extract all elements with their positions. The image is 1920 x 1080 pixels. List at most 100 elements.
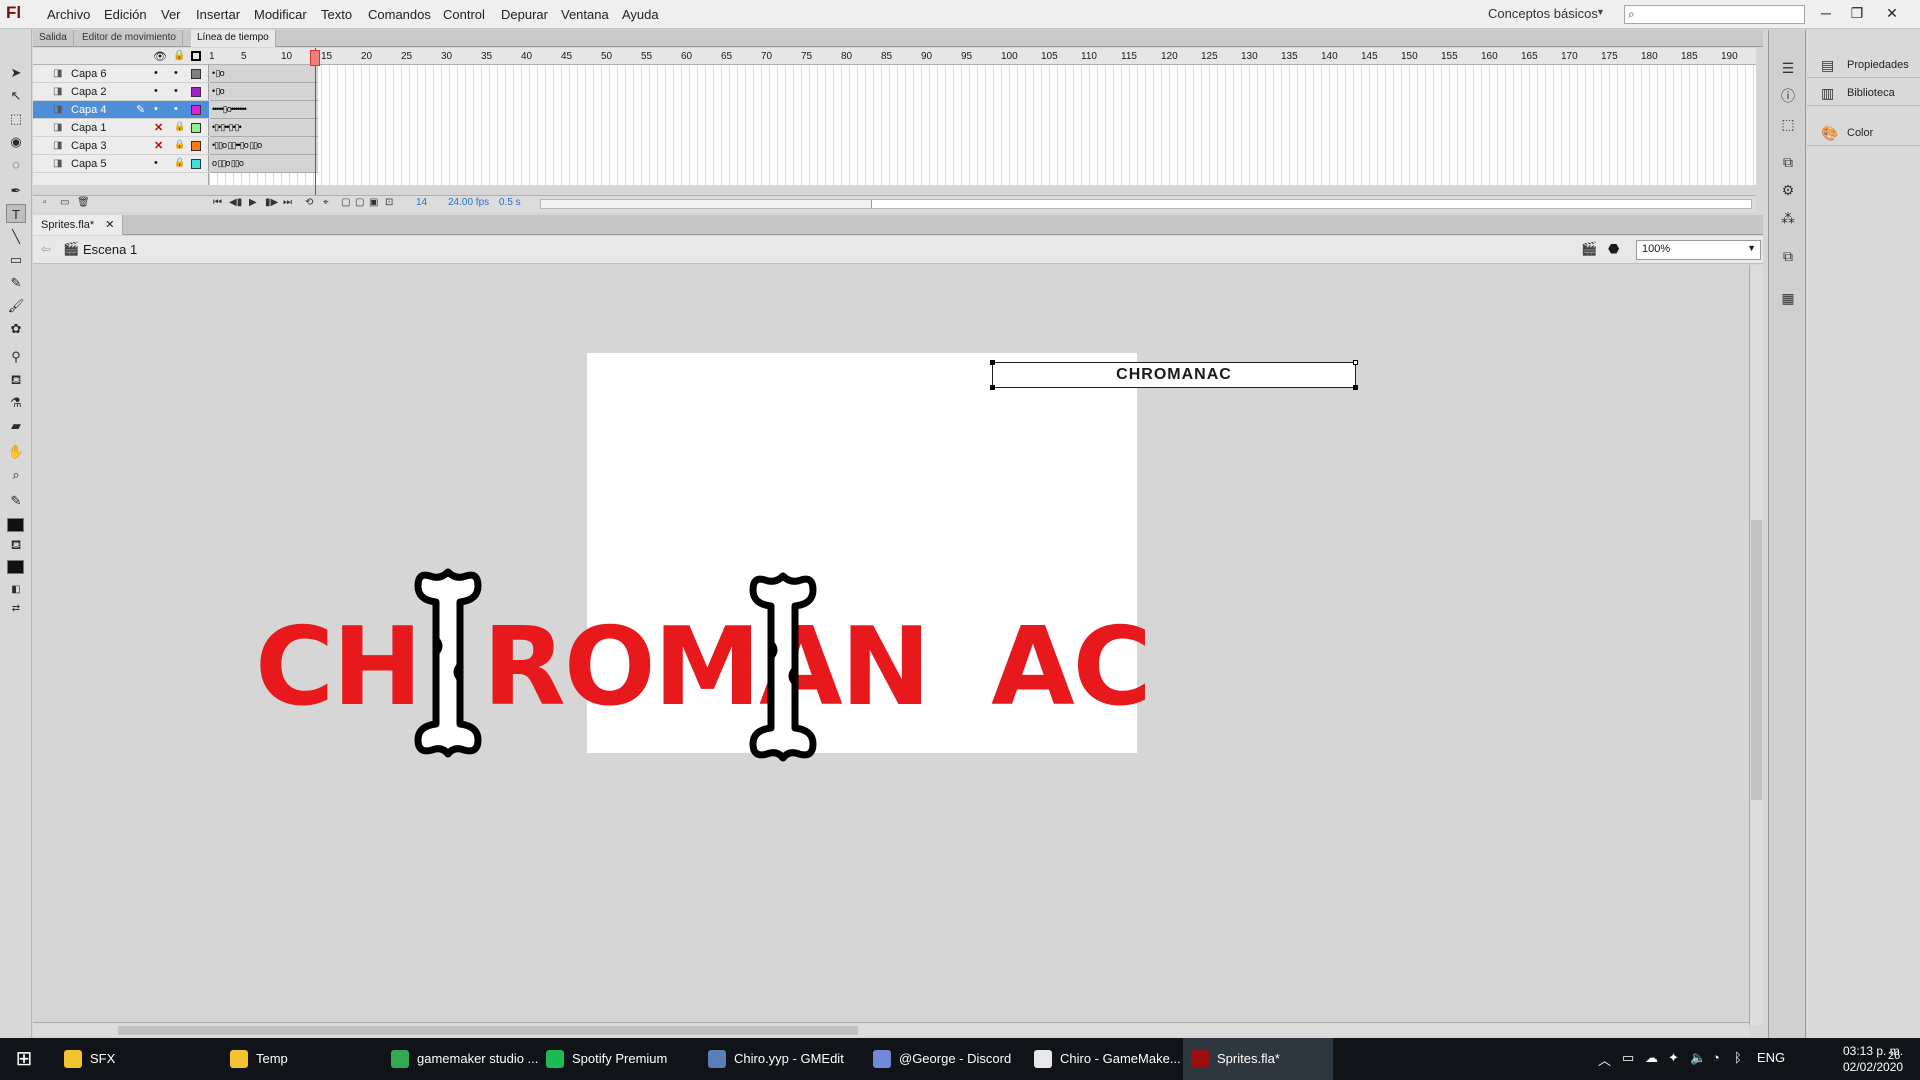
lock-dot[interactable]: • [174,103,178,115]
layer-name[interactable]: Capa 6 [71,68,106,80]
tab-linea-tiempo[interactable]: Línea de tiempo [191,30,276,47]
layer-name[interactable]: Capa 2 [71,86,106,98]
transform-handle[interactable] [990,360,995,365]
lock-dot[interactable]: • [174,85,178,97]
swatches-icon[interactable]: ▦ [1780,290,1796,306]
taskbar-item[interactable]: gamemaker studio ... [383,1038,538,1080]
menu-modificar[interactable]: Modificar [254,7,307,22]
menu-depurar[interactable]: Depurar [501,7,548,22]
back-arrow-icon[interactable]: ⇦ [41,242,51,256]
panel-biblioteca[interactable]: ▥ Biblioteca [1807,80,1920,106]
vertical-scroll-thumb[interactable] [1751,520,1762,800]
taskbar-item[interactable]: Spotify Premium [538,1038,693,1080]
transform-icon[interactable]: ⬚ [1780,116,1796,132]
menu-ventana[interactable]: Ventana [561,7,609,22]
taskbar-item[interactable]: @George - Discord [865,1038,1020,1080]
menu-edicion[interactable]: Edición [104,7,147,22]
bone-i-graphic[interactable] [412,568,484,758]
loop-icon[interactable]: ⟲ [305,197,313,208]
lock-icon[interactable]: 🔒 [174,139,185,150]
edit-multiple-frames-icon[interactable]: ▣ [369,197,378,208]
info-icon[interactable]: ⓘ [1780,88,1796,104]
pencil-tool-icon[interactable]: ✎ [6,273,26,292]
timeline-scroll-thumb[interactable] [871,200,1751,208]
fill-color-swatch[interactable] [7,560,24,574]
layer-keyframes[interactable]: •▯•▯••▯•▯• [210,119,318,137]
layer-name[interactable]: Capa 5 [71,158,106,170]
visibility-dot[interactable]: • [154,157,158,169]
layer-name[interactable]: Capa 1 [71,122,106,134]
motion-presets-icon[interactable]: ⁂ [1780,210,1796,226]
lasso-tool-icon[interactable]: ◌ [6,155,26,174]
layer-keyframes[interactable]: •▯▯o ▯▯••▯o ▯▯o [210,137,318,155]
prev-frame-icon[interactable]: ◀▮ [229,197,242,208]
notification-count[interactable]: 26 [1888,1050,1900,1062]
chromaniac-logo[interactable]: CH ROMAN AC [255,605,1152,730]
zoom-select[interactable]: 100% ▼ [1636,240,1761,260]
line-tool-icon[interactable]: ╲ [6,227,26,246]
taskbar-item[interactable]: Temp [222,1038,377,1080]
transform-handle[interactable] [1353,360,1358,365]
edit-symbols-icon[interactable]: ⬣ [1608,241,1619,257]
taskbar-item[interactable]: SFX [56,1038,216,1080]
new-folder-icon[interactable]: ▭ [60,197,69,208]
hidden-x-icon[interactable]: ✕ [154,139,163,152]
center-frame-icon[interactable]: ⌖ [323,197,329,208]
history-icon[interactable]: ⧉ [1780,248,1796,264]
hand-tool-icon[interactable]: ✋ [6,442,26,461]
layer-row[interactable]: ◨ Capa 2 • • [33,83,209,101]
new-layer-icon[interactable]: ▫ [43,197,47,208]
eraser-tool-icon[interactable]: ▰ [6,416,26,435]
battery-icon[interactable]: ▭ [1622,1050,1634,1066]
align-icon[interactable]: ☰ [1780,60,1796,76]
speaker-icon[interactable]: 🔈 [1690,1050,1706,1066]
transform-handle[interactable] [1353,385,1358,390]
free-transform-tool-icon[interactable]: ⬚ [6,109,26,128]
minimize-button[interactable]: ─ [1812,1,1840,25]
outline-icon[interactable] [191,51,201,61]
transform-handle[interactable] [990,385,995,390]
bone-i-graphic[interactable] [747,572,819,762]
onion-skin-icon[interactable]: ▢ [341,197,350,208]
layer-color-swatch[interactable] [191,159,201,169]
stroke-color-swatch[interactable] [7,518,24,532]
visibility-dot[interactable]: • [154,103,158,115]
taskbar-item[interactable]: Sprites.fla* [1183,1038,1333,1080]
next-frame-icon[interactable]: ▮▶ [265,197,278,208]
layer-keyframes[interactable]: •••••▯o••••••• [210,101,318,119]
layer-row[interactable]: ◨ Capa 3 ✕ 🔒 [33,137,209,155]
rectangle-tool-icon[interactable]: ▭ [6,250,26,269]
eye-icon[interactable]: 👁 [153,50,167,63]
frame-grid[interactable]: • ▯o • ▯o •••••▯o••••••• •▯•▯••▯•▯• •▯▯o ▯▯•… [210,65,1756,185]
layer-color-swatch[interactable] [191,123,201,133]
layer-row[interactable]: ◨ Capa 6 • • [33,65,209,83]
3d-rotation-tool-icon[interactable]: ◉ [6,132,26,151]
lock-icon[interactable]: 🔒 [174,121,185,132]
onion-outline-icon[interactable]: ▢ [355,197,364,208]
lock-dot[interactable]: • [174,67,178,79]
help-search-input[interactable]: ⌕ [1624,5,1805,24]
bluetooth-icon[interactable]: ᛒ [1734,1050,1742,1065]
layer-name[interactable]: Capa 3 [71,140,106,152]
first-frame-icon[interactable]: ⏮ [213,197,222,208]
layer-color-swatch[interactable] [191,69,201,79]
playhead-marker[interactable] [310,50,320,66]
taskbar-item[interactable]: Chiro.yyp - GMEdit [700,1038,860,1080]
paint-bucket-tool-icon[interactable]: ⛾ [6,370,26,389]
stroke-color-icon[interactable]: ✎ [6,491,26,510]
vertical-scrollbar[interactable] [1749,265,1763,1025]
layer-row[interactable]: ◨ Capa 5 • 🔒 [33,155,209,173]
menu-control[interactable]: Control [443,7,485,22]
lock-icon[interactable]: 🔒 [173,50,185,61]
chevron-up-icon[interactable]: ︿ [1598,1050,1611,1069]
restore-button[interactable]: ❐ [1843,1,1871,25]
visibility-dot[interactable]: • [154,85,158,97]
chevron-down-icon[interactable]: ▼ [1596,7,1605,17]
layer-color-swatch[interactable] [191,105,201,115]
language-indicator[interactable]: ENG [1757,1050,1785,1065]
bone-tool-icon[interactable]: ⚲ [6,347,26,366]
components-icon[interactable]: ⚙ [1780,182,1796,198]
last-frame-icon[interactable]: ⏭ [283,197,292,208]
layer-color-swatch[interactable] [191,87,201,97]
frame-rate[interactable]: 24.00 fps [448,197,489,208]
